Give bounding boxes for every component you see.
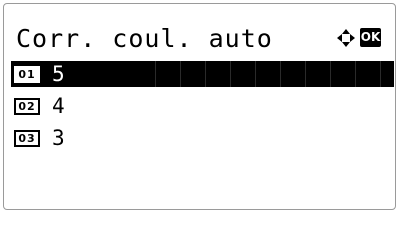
option-row-2[interactable]: 02 4	[11, 93, 394, 119]
option-value: 3	[52, 126, 65, 150]
option-row-3[interactable]: 03 3	[11, 125, 394, 151]
option-number-badge: 02	[14, 97, 40, 115]
option-number-badge: 03	[14, 129, 40, 147]
four-way-arrows-icon	[337, 28, 355, 47]
ok-key-icon: OK	[360, 28, 381, 47]
option-row-1[interactable]: 01 5	[11, 61, 394, 87]
option-value: 5	[52, 62, 65, 86]
selection-bar	[131, 61, 394, 87]
lcd-screen: Corr. coul. auto OK 01 5 02 4 03 3	[3, 3, 396, 210]
navigation-hint: OK	[337, 28, 381, 47]
option-number-badge: 01	[14, 65, 40, 83]
screen-title: Corr. coul. auto	[16, 24, 273, 53]
option-value: 4	[52, 94, 65, 118]
